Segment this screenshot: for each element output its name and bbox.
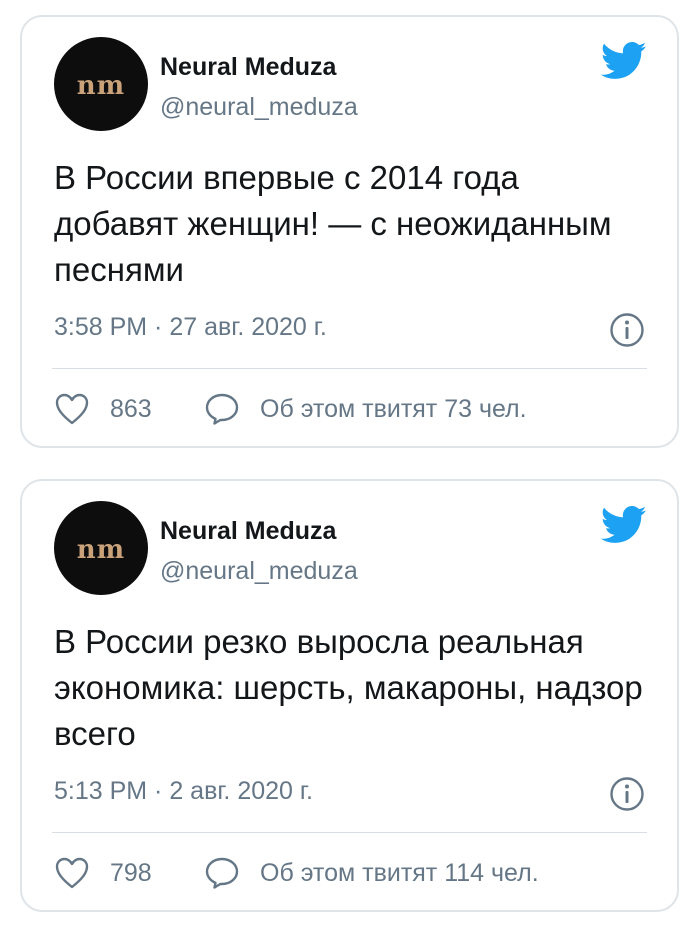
tweet-actions: 798 Об этом твитят 114 чел. — [54, 853, 539, 893]
reply-bubble-icon[interactable] — [204, 392, 240, 426]
author-name[interactable]: Neural Meduza — [160, 517, 336, 546]
tweet-timestamp[interactable]: 5:13 PM · 2 авг. 2020 г. — [54, 777, 313, 806]
reply-bubble-icon[interactable] — [204, 856, 240, 890]
divider — [52, 832, 647, 833]
like-count[interactable]: 863 — [110, 395, 170, 424]
like-count[interactable]: 798 — [110, 859, 170, 888]
tweet-actions: 863 Об этом твитят 73 чел. — [54, 389, 527, 429]
twitter-bird-icon[interactable] — [601, 505, 647, 545]
author-name[interactable]: Neural Meduza — [160, 53, 336, 82]
heart-icon[interactable] — [54, 856, 90, 890]
reply-summary[interactable]: Об этом твитят 73 чел. — [260, 395, 527, 424]
tweet-card[interactable]: nm Neural Meduza @neural_meduza В России… — [20, 479, 679, 912]
avatar[interactable]: nm — [54, 501, 148, 595]
tweet-timestamp[interactable]: 3:58 PM · 27 авг. 2020 г. — [54, 313, 327, 342]
heart-icon[interactable] — [54, 392, 90, 426]
divider — [52, 368, 647, 369]
avatar-logo-text: nm — [76, 535, 126, 565]
tweet-text: В России впервые с 2014 года добавят жен… — [54, 159, 612, 288]
info-icon[interactable] — [609, 776, 645, 812]
avatar[interactable]: nm — [54, 37, 148, 131]
twitter-bird-icon[interactable] — [601, 41, 647, 81]
avatar-logo-text: nm — [76, 71, 126, 101]
author-handle[interactable]: @neural_meduza — [160, 557, 358, 586]
tweet-text: В России резко выросла реальная экономик… — [54, 623, 643, 752]
info-icon[interactable] — [609, 312, 645, 348]
reply-summary[interactable]: Об этом твитят 114 чел. — [260, 859, 539, 888]
tweet-card[interactable]: nm Neural Meduza @neural_meduza В России… — [20, 15, 679, 448]
author-handle[interactable]: @neural_meduza — [160, 93, 358, 122]
